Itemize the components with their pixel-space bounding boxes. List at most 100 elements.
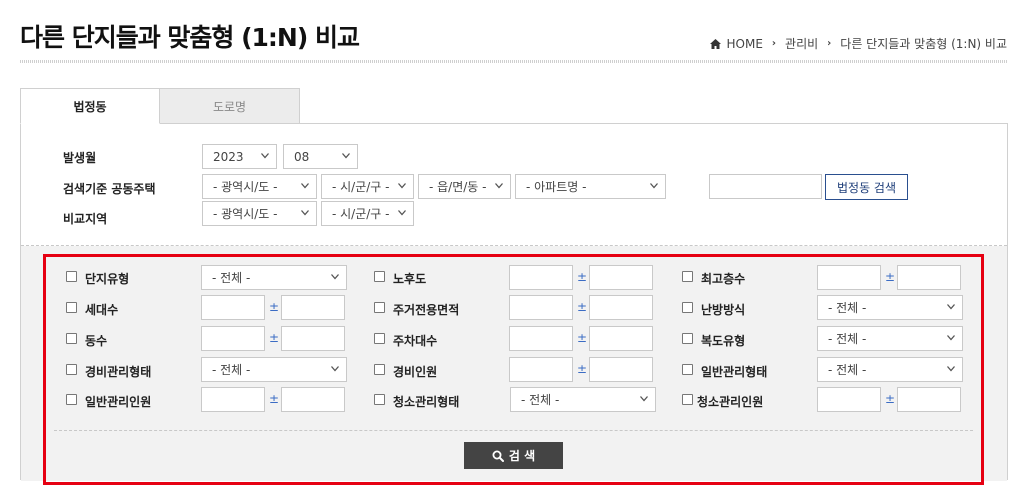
- general-mgmt-staff-range-input[interactable]: [281, 387, 345, 412]
- checkbox-security-mgmt-type[interactable]: [66, 364, 77, 375]
- filter-label-building-age: 노후도: [393, 272, 427, 286]
- max-floors-value-input[interactable]: [817, 265, 881, 290]
- legal-dong-search-button[interactable]: 법정동 검색: [825, 174, 908, 200]
- basis-town-select[interactable]: - 읍/면/동 -: [418, 174, 511, 199]
- checkbox-heating[interactable]: [682, 302, 693, 313]
- general-mgmt-staff-value-input[interactable]: [201, 387, 265, 412]
- home-icon[interactable]: [709, 38, 721, 49]
- filter-label-buildings: 동수: [85, 334, 108, 348]
- checkbox-buildings[interactable]: [66, 333, 77, 344]
- chevron-down-icon: [398, 210, 406, 216]
- select-value: - 읍/면/동 -: [429, 180, 487, 194]
- basis-city-select[interactable]: - 시/군/구 -: [321, 174, 414, 199]
- exclusive-area-range-input[interactable]: [589, 295, 653, 320]
- filter-label-cleaning-staff: 청소관리인원: [697, 395, 764, 409]
- filter-label-security-mgmt-type: 경비관리형태: [85, 365, 152, 379]
- breadcrumb-current: 다른 단지들과 맞춤형 (1:N) 비교: [840, 37, 1007, 51]
- breadcrumb: HOME › 관리비 › 다른 단지들과 맞춤형 (1:N) 비교: [709, 35, 1007, 52]
- search-button[interactable]: 검 색: [464, 442, 563, 469]
- filter-label-general-mgmt-staff: 일반관리인원: [85, 395, 152, 409]
- basis-label: 검색기준 공동주택: [63, 182, 156, 196]
- tab-legal-dong[interactable]: 법정동: [20, 88, 160, 124]
- corridor-type-select[interactable]: - 전체 -: [817, 326, 963, 351]
- checkbox-parking[interactable]: [374, 333, 385, 344]
- chevron-down-icon: [650, 183, 658, 189]
- basis-apartment-select[interactable]: - 아파트명 -: [515, 174, 666, 199]
- chevron-down-icon: [495, 183, 503, 189]
- compare-area-label: 비교지역: [63, 212, 108, 226]
- checkbox-security-staff[interactable]: [374, 364, 385, 375]
- parking-range-input[interactable]: [589, 326, 653, 351]
- select-value: - 광역시/도 -: [213, 180, 278, 194]
- filter-label-parking: 주차대수: [393, 334, 438, 348]
- security-staff-value-input[interactable]: [509, 357, 573, 382]
- plus-minus-icon: ±: [577, 331, 588, 345]
- parking-value-input[interactable]: [509, 326, 573, 351]
- select-value: - 시/군/구 -: [332, 207, 390, 221]
- cleaning-staff-value-input[interactable]: [817, 387, 881, 412]
- chevron-down-icon: [947, 366, 955, 372]
- checkbox-general-mgmt-type[interactable]: [682, 364, 693, 375]
- legal-dong-search-input[interactable]: [709, 174, 822, 199]
- exclusive-area-value-input[interactable]: [509, 295, 573, 320]
- checkbox-complex-type[interactable]: [66, 271, 77, 282]
- base-criteria-section: 발생월 2023 08 검색기준 공동주택 - 광역시/도 - - 시/군/구 …: [21, 124, 1007, 246]
- plus-minus-icon: ±: [577, 362, 588, 376]
- select-value: - 전체 -: [212, 271, 251, 285]
- plus-minus-icon: ±: [885, 392, 896, 406]
- chevron-down-icon: [640, 396, 648, 402]
- security-mgmt-type-select[interactable]: - 전체 -: [201, 357, 347, 382]
- plus-minus-icon: ±: [269, 300, 280, 314]
- chevron-down-icon: [342, 153, 350, 159]
- households-value-input[interactable]: [201, 295, 265, 320]
- cleaning-mgmt-type-select[interactable]: - 전체 -: [510, 387, 656, 412]
- chevron-down-icon: [947, 304, 955, 310]
- select-value: - 전체 -: [828, 332, 867, 346]
- select-value: - 시/군/구 -: [332, 180, 390, 194]
- year-value: 2023: [213, 149, 244, 164]
- filter-label-general-mgmt-type: 일반관리형태: [701, 365, 768, 379]
- chevron-right-icon: ›: [771, 38, 777, 49]
- breadcrumb-home[interactable]: HOME: [727, 37, 763, 51]
- checkbox-building-age[interactable]: [374, 271, 385, 282]
- chevron-down-icon: [947, 335, 955, 341]
- checkbox-corridor-type[interactable]: [682, 333, 693, 344]
- breadcrumb-level1[interactable]: 관리비: [785, 35, 818, 52]
- general-mgmt-type-select[interactable]: - 전체 -: [817, 357, 963, 382]
- plus-minus-icon: ±: [577, 270, 588, 284]
- tab-road-name[interactable]: 도로명: [160, 88, 300, 124]
- select-value: - 전체 -: [828, 363, 867, 377]
- month-value: 08: [294, 149, 310, 164]
- checkbox-max-floors[interactable]: [682, 271, 693, 282]
- max-floors-range-input[interactable]: [897, 265, 961, 290]
- checkbox-households[interactable]: [66, 302, 77, 313]
- building-age-value-input[interactable]: [509, 265, 573, 290]
- filter-label-cleaning-mgmt-type: 청소관리형태: [393, 395, 460, 409]
- basis-province-select[interactable]: - 광역시/도 -: [202, 174, 317, 199]
- year-select[interactable]: 2023: [202, 144, 277, 169]
- checkbox-exclusive-area[interactable]: [374, 302, 385, 313]
- plus-minus-icon: ±: [885, 270, 896, 284]
- plus-minus-icon: ±: [269, 331, 280, 345]
- filter-label-exclusive-area: 주거전용면적: [393, 303, 460, 317]
- buildings-range-input[interactable]: [281, 326, 345, 351]
- heating-select[interactable]: - 전체 -: [817, 295, 963, 320]
- filter-label-complex-type: 단지유형: [85, 272, 130, 286]
- cleaning-staff-range-input[interactable]: [897, 387, 961, 412]
- complex-type-select[interactable]: - 전체 -: [201, 265, 347, 290]
- checkbox-cleaning-staff[interactable]: [682, 394, 693, 405]
- compare-province-select[interactable]: - 광역시/도 -: [202, 201, 317, 226]
- filter-label-heating: 난방방식: [701, 303, 746, 317]
- chevron-down-icon: [331, 274, 339, 280]
- households-range-input[interactable]: [281, 295, 345, 320]
- checkbox-general-mgmt-staff[interactable]: [66, 394, 77, 405]
- checkbox-cleaning-mgmt-type[interactable]: [374, 394, 385, 405]
- filter-divider: [54, 430, 973, 431]
- filter-label-households: 세대수: [85, 303, 119, 317]
- chevron-down-icon: [398, 183, 406, 189]
- month-select[interactable]: 08: [283, 144, 358, 169]
- building-age-range-input[interactable]: [589, 265, 653, 290]
- buildings-value-input[interactable]: [201, 326, 265, 351]
- security-staff-range-input[interactable]: [589, 357, 653, 382]
- compare-city-select[interactable]: - 시/군/구 -: [321, 201, 414, 226]
